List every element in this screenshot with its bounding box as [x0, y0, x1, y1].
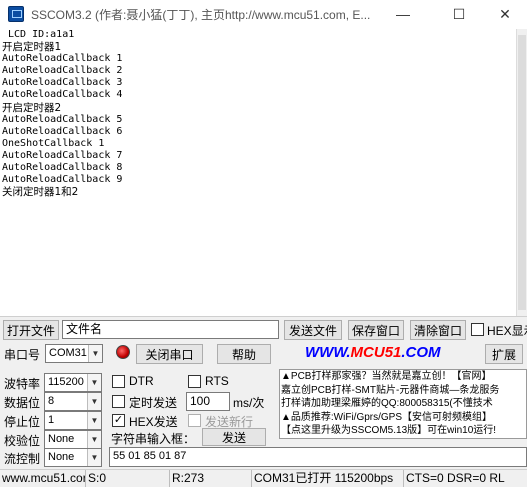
ad-line[interactable]: 嘉立创PCB打样-SMT贴片-元器件商城—条龙服务 — [280, 384, 526, 398]
hex-display-label: HEX显示 — [487, 324, 527, 338]
port-select-value: COM31 — [49, 347, 87, 359]
ad-line[interactable]: 打样请加助理梁雁婷的QQ:800058315(不懂技术 — [280, 397, 526, 411]
receive-line: AutoReloadCallback 9 — [2, 174, 123, 186]
port-label: 串口号 — [4, 348, 41, 362]
receive-line: 开启定时器2 — [2, 101, 62, 114]
open-file-button[interactable]: 打开文件 — [3, 320, 59, 340]
window-title: SSCOM3.2 (作者:聂小猛(丁丁), 主页http://www.mcu51… — [31, 7, 371, 22]
flow-label: 流控制 — [4, 452, 41, 466]
baud-value: 115200 — [48, 376, 84, 388]
chevron-down-icon: ▼ — [87, 374, 101, 391]
dtr-label: DTR — [129, 374, 154, 388]
chevron-down-icon: ▼ — [87, 412, 101, 429]
status-bar: www.mcu51.cor S:0 R:273 COM31已打开 115200b… — [0, 469, 527, 487]
save-window-button[interactable]: 保存窗口 — [348, 320, 404, 340]
ad-line[interactable]: 【点这里升级为SSCOM5.13版】可在win10运行! — [280, 424, 526, 438]
status-signals: CTS=0 DSR=0 RL — [406, 471, 505, 485]
chevron-down-icon: ▼ — [87, 393, 101, 410]
send-newline-checkbox[interactable] — [188, 414, 201, 427]
chevron-down-icon: ▼ — [88, 345, 102, 362]
expand-button[interactable]: 扩展 — [485, 344, 523, 364]
baud-label: 波特率 — [4, 377, 41, 391]
help-button[interactable]: 帮助 — [217, 344, 271, 364]
send-file-button[interactable]: 发送文件 — [284, 320, 342, 340]
hex-send-label: HEX发送 — [129, 415, 178, 429]
timed-send-label: 定时发送 — [129, 396, 178, 410]
chevron-down-icon: ▼ — [87, 449, 101, 466]
interval-unit: ms/次 — [233, 396, 265, 410]
input-label: 字符串输入框： — [111, 432, 196, 446]
app-icon — [8, 6, 24, 22]
receive-line: AutoReloadCallback 5 — [2, 113, 123, 125]
chevron-down-icon: ▼ — [87, 431, 101, 448]
receive-line: AutoReloadCallback 4 — [2, 89, 123, 101]
parity-value: None — [48, 433, 75, 445]
port-select[interactable]: COM31 ▼ — [45, 344, 103, 363]
interval-input[interactable]: 100 — [186, 392, 230, 411]
close-port-button[interactable]: 关闭串口 — [136, 344, 203, 364]
ad-panel[interactable]: ▲PCB打样那家强？当然就是嘉立创！【官网】 嘉立创PCB打样-SMT贴片-元器件… — [279, 369, 527, 439]
clear-window-button[interactable]: 清除窗口 — [410, 320, 466, 340]
mcu51-logo[interactable]: WWW.MCU51.COM — [305, 344, 457, 362]
port-status-led-icon — [116, 345, 130, 359]
receive-area[interactable]: LCD ID:a1a1 开启定时器1 AutoReloadCallback 1 Aut… — [0, 29, 517, 316]
logo-text-www: WWW. — [305, 344, 351, 361]
rts-label: RTS — [205, 374, 229, 388]
timed-send-checkbox[interactable] — [112, 395, 125, 408]
control-panel: 打开文件 文件名 发送文件 保存窗口 清除窗口 HEX显示 串口号 COM31 … — [0, 316, 527, 487]
receive-line: AutoReloadCallback 1 — [2, 53, 123, 65]
rts-checkbox[interactable] — [188, 375, 201, 388]
minimize-button[interactable]: — — [380, 0, 426, 28]
send-button[interactable]: 发送 — [202, 428, 266, 446]
receive-line: AutoReloadCallback 2 — [2, 65, 123, 77]
receive-line: LCD ID:a1a1 — [2, 29, 75, 40]
dtr-checkbox[interactable] — [112, 375, 125, 388]
send-input[interactable]: 55 01 85 01 87 — [109, 447, 527, 467]
flow-value: None — [48, 451, 75, 463]
status-sent: S:0 — [86, 470, 170, 487]
logo-text-com: .COM — [401, 344, 441, 361]
title-bar: SSCOM3.2 (作者:聂小猛(丁丁), 主页http://www.mcu51… — [0, 0, 527, 28]
status-received: R:273 — [170, 470, 252, 487]
receive-line: AutoReloadCallback 7 — [2, 149, 123, 161]
hex-display-checkbox[interactable] — [471, 323, 484, 336]
receive-line: AutoReloadCallback 3 — [2, 77, 123, 89]
hex-send-checkbox[interactable]: ✓ — [112, 414, 125, 427]
baud-select[interactable]: 115200 ▼ — [44, 373, 102, 392]
maximize-button[interactable]: ☐ — [436, 0, 482, 28]
databits-select[interactable]: 8 ▼ — [44, 392, 102, 411]
ad-line[interactable]: ▲PCB打样那家强？当然就是嘉立创！【官网】 — [280, 370, 526, 384]
databits-label: 数据位 — [4, 396, 41, 410]
scrollbar-thumb[interactable] — [518, 35, 526, 310]
receive-line: 开启定时器1 — [2, 41, 62, 54]
stopbits-value: 1 — [48, 414, 55, 426]
ad-line[interactable]: ▲品质推荐:WiFi/Gprs/GPS【安信可射频模组】 — [280, 411, 526, 425]
status-site[interactable]: www.mcu51.cor — [0, 470, 86, 487]
parity-select[interactable]: None ▼ — [44, 430, 102, 449]
logo-text-mcu51: MCU51 — [350, 344, 402, 361]
receive-line: AutoReloadCallback 6 — [2, 125, 123, 137]
status-port: COM31已打开 115200bps — [252, 470, 404, 487]
receive-line: OneShotCallback 1 — [2, 137, 105, 149]
stopbits-label: 停止位 — [4, 415, 41, 429]
close-button[interactable]: ✕ — [482, 0, 527, 28]
receive-line: 关闭定时器1和2 — [2, 186, 79, 199]
databits-value: 8 — [48, 395, 55, 407]
flow-select[interactable]: None ▼ — [44, 448, 102, 467]
parity-label: 校验位 — [4, 434, 41, 448]
receive-line: AutoReloadCallback 8 — [2, 162, 123, 174]
stopbits-select[interactable]: 1 ▼ — [44, 411, 102, 430]
receive-scrollbar[interactable] — [517, 29, 527, 316]
filename-field[interactable]: 文件名 — [62, 320, 279, 339]
